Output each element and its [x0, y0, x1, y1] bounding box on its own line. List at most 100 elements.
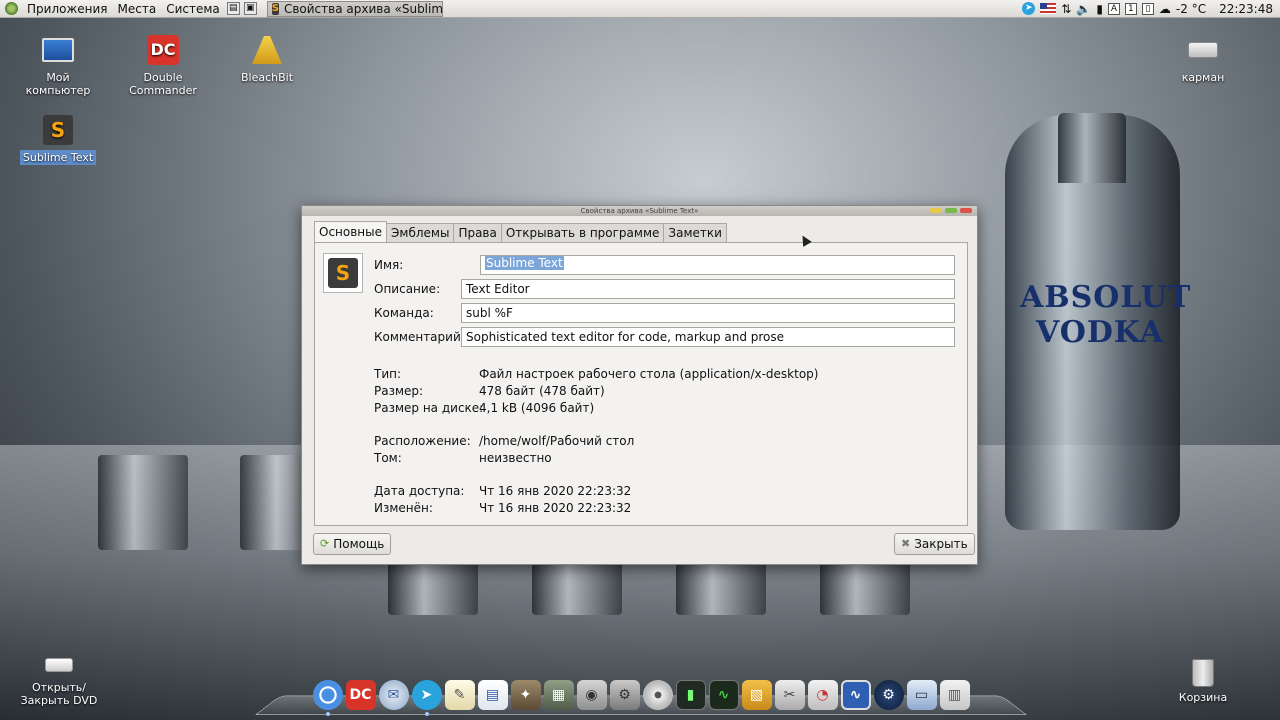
keyboard-indicator-scroll-icon[interactable]: ▯: [1141, 2, 1154, 15]
network-icon[interactable]: ⇅: [1061, 2, 1071, 16]
desktop-icon-pocket[interactable]: карман: [1158, 32, 1248, 84]
type-value: Файл настроек рабочего стола (applicatio…: [479, 367, 819, 381]
desktop-icon-double-commander[interactable]: DC Double Commander: [118, 32, 208, 97]
media-tool-icon[interactable]: ⚙: [609, 680, 640, 710]
disk-size-value: 4,1 kB (4096 байт): [479, 401, 595, 415]
keyboard-layout-flag-icon[interactable]: [1040, 3, 1057, 14]
help-icon: ⟳: [320, 537, 330, 550]
volume-value: неизвестно: [479, 451, 552, 465]
location-label: Расположение:: [374, 434, 471, 448]
size-value: 478 байт (478 байт): [479, 384, 605, 398]
accessed-value: Чт 16 янв 2020 22:23:32: [479, 484, 632, 498]
telegram-icon[interactable]: ➤: [411, 680, 442, 716]
close-button[interactable]: ✖ Закрыть: [894, 533, 975, 555]
trash-icon: [1185, 658, 1221, 688]
wallpaper-bottle-neck: [1058, 113, 1126, 183]
clock[interactable]: 22:23:48: [1219, 2, 1273, 16]
steam-icon[interactable]: ⚙: [873, 680, 904, 710]
tab-basic[interactable]: Основные: [314, 221, 388, 242]
desktop-icon-trash[interactable]: Корзина: [1158, 658, 1248, 704]
bottle-brand: ABSOLUT: [1020, 280, 1192, 315]
sublime-text-icon: S: [328, 258, 358, 288]
disc-icon[interactable]: [642, 680, 673, 710]
comment-field[interactable]: [461, 327, 955, 347]
system-monitor-icon[interactable]: ∿: [708, 680, 739, 710]
command-field[interactable]: [461, 303, 955, 323]
terminal-icon[interactable]: ▮: [675, 680, 706, 710]
package-icon[interactable]: ▧: [741, 680, 772, 710]
weather-temperature[interactable]: -2 °C: [1176, 2, 1206, 16]
dvd-drive-icon: [41, 652, 77, 678]
drive-icon: [1185, 32, 1221, 68]
close-button-label: Закрыть: [914, 537, 968, 551]
wallpaper-bottle-label: ABSOLUT VODKA: [1020, 280, 1192, 350]
double-commander-icon: DC: [145, 32, 181, 68]
keyboard-indicator-a-icon[interactable]: A: [1107, 2, 1120, 15]
dialog-title: Свойства архива «Sublime Text»: [580, 207, 699, 215]
desktop-icon-sublime-text[interactable]: S Sublime Text: [13, 112, 103, 165]
close-icon: ✖: [901, 537, 911, 550]
mail-icon[interactable]: ✉: [378, 680, 409, 710]
modified-value: Чт 16 янв 2020 22:23:32: [479, 501, 632, 515]
distro-logo-icon[interactable]: [5, 2, 18, 15]
volume-label: Том:: [374, 451, 402, 465]
calculator-icon[interactable]: ▦: [543, 680, 574, 710]
tab-permissions[interactable]: Права: [453, 223, 502, 242]
help-button-label: Помощь: [333, 537, 385, 551]
monitor-app-icon[interactable]: ∿: [840, 680, 871, 710]
top-panel: Приложения Места Система ▤ ▣ S Свойства …: [0, 0, 1280, 18]
disk-usage-icon[interactable]: ◔: [807, 680, 838, 710]
menu-places[interactable]: Места: [113, 0, 162, 18]
app-icon-button[interactable]: S: [323, 253, 363, 293]
file-cabinet-icon[interactable]: ▥: [939, 680, 970, 710]
gimp-icon[interactable]: ✦: [510, 680, 541, 710]
telegram-tray-icon[interactable]: ➤: [1022, 2, 1036, 15]
sublime-text-icon: S: [40, 112, 76, 148]
weather-icon[interactable]: ☁: [1159, 2, 1171, 16]
maximize-button[interactable]: [945, 208, 957, 213]
volume-icon[interactable]: 🔈: [1076, 2, 1091, 16]
signal-icon[interactable]: ▮: [1096, 2, 1103, 16]
accessed-label: Дата доступа:: [374, 484, 465, 498]
wallpaper-glass: [98, 455, 188, 550]
menu-applications[interactable]: Приложения: [22, 0, 113, 18]
tab-open-with[interactable]: Открывать в программе: [500, 223, 665, 242]
file-manager-launcher-icon[interactable]: ▤: [226, 2, 240, 15]
taskbar-window-button[interactable]: S Свойства архива «Sublim...: [266, 0, 443, 17]
name-label: Имя:: [374, 258, 404, 272]
document-icon[interactable]: ▤: [477, 680, 508, 710]
desktop-icon-dvd[interactable]: Открыть/ Закрыть DVD: [13, 652, 105, 707]
minimize-button[interactable]: [930, 208, 942, 213]
remote-desktop-icon[interactable]: ▭: [906, 680, 937, 710]
tab-notes[interactable]: Заметки: [663, 223, 727, 242]
name-value: Sublime Text: [485, 256, 564, 270]
close-window-button[interactable]: [960, 208, 972, 213]
desktop-icon-my-computer[interactable]: Мой компьютер: [13, 32, 103, 97]
dock: DC ✉ ➤ ✎ ▤ ✦ ▦ ◉ ⚙ ▮ ∿ ▧ ✂ ◔ ∿ ⚙ ▭ ▥: [268, 672, 1014, 718]
location-value: /home/wolf/Рабочий стол: [479, 434, 635, 448]
taskbar-window-title: Свойства архива «Sublim...: [283, 1, 443, 16]
name-field[interactable]: Sublime Text: [480, 255, 955, 275]
keyboard-indicator-number[interactable]: 1: [1124, 2, 1137, 15]
bottle-product: VODKA: [1035, 315, 1165, 350]
double-commander-icon[interactable]: DC: [345, 680, 376, 710]
desktop-icon-label: карман: [1181, 71, 1225, 84]
desktop-icon-label: Мой компьютер: [25, 71, 91, 97]
description-field[interactable]: [461, 279, 955, 299]
text-editor-icon[interactable]: ✎: [444, 680, 475, 710]
help-button[interactable]: ⟳ Помощь: [313, 533, 392, 555]
image-viewer-launcher-icon[interactable]: ▣: [243, 2, 257, 15]
desktop-icon-bleachbit[interactable]: BleachBit: [222, 32, 312, 84]
description-label: Описание:: [374, 282, 441, 296]
menu-system[interactable]: Система: [161, 0, 225, 18]
comment-label: Комментарий:: [374, 330, 465, 344]
tools-icon[interactable]: ✂: [774, 680, 805, 710]
dialog-titlebar[interactable]: Свойства архива «Sublime Text»: [302, 206, 977, 216]
disk-size-label: Размер на диске:: [374, 401, 484, 415]
chromium-icon[interactable]: [312, 680, 343, 716]
bleachbit-icon: [249, 32, 285, 68]
desktop-icon-label: Корзина: [1178, 691, 1228, 704]
size-label: Размер:: [374, 384, 424, 398]
screenshot-icon[interactable]: ◉: [576, 680, 607, 710]
tab-emblems[interactable]: Эмблемы: [386, 223, 455, 242]
